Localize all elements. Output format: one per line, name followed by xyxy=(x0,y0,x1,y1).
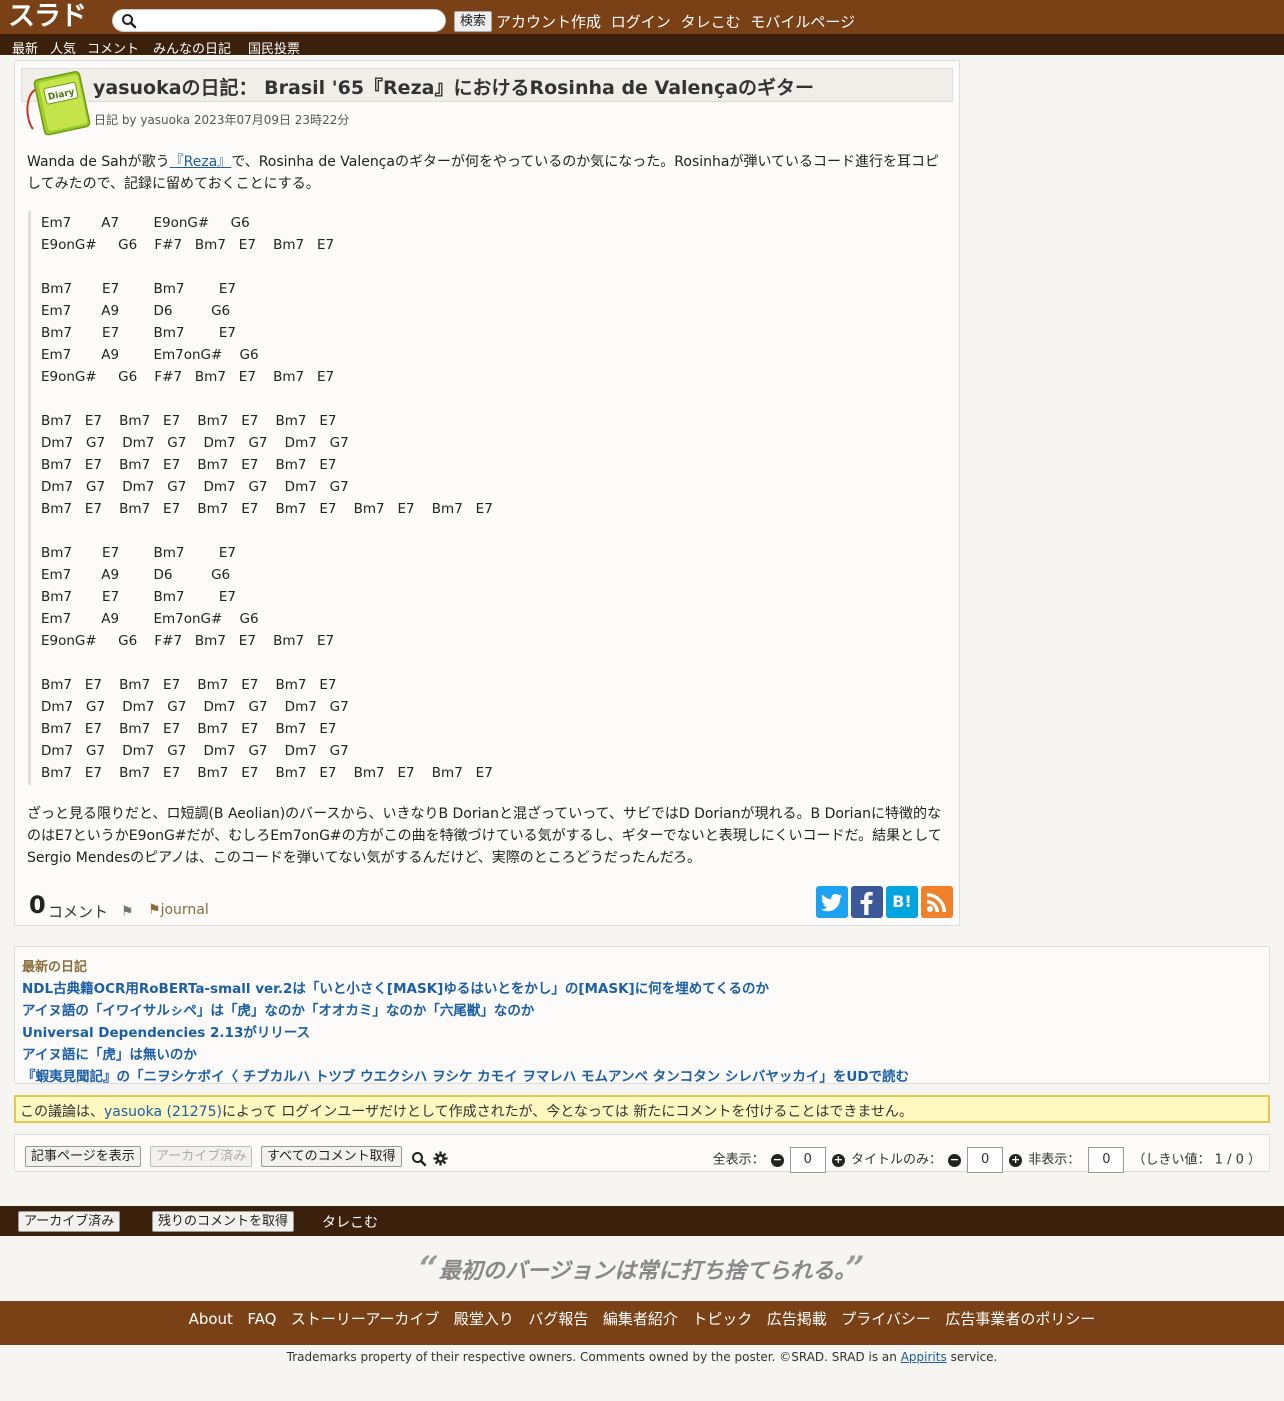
recent-diaries: 最新の日記 NDL古典籍OCR用RoBERTa-small ver.2は「いと小… xyxy=(14,946,1270,1085)
rss-feed-icon[interactable] xyxy=(921,886,953,918)
article-intro: Wanda de Sahが歌う『Reza』で、Rosinha de Valenç… xyxy=(27,151,947,195)
copyright-text: Trademarks property of their respective … xyxy=(286,1350,897,1364)
recent-diary-link[interactable]: 『蝦夷見聞記』の「ニヲシケボイ〈 チブカルハ トツブ ウエクシハ ヲシケ カモイ… xyxy=(22,1065,909,1085)
archived-notice: この議論は、yasuoka (21275)によって ログインユーザだけとして作成… xyxy=(14,1095,1270,1123)
tag-label: journal xyxy=(160,902,209,918)
get-remaining-comments-button[interactable]: 残りのコメントを取得 xyxy=(152,1211,295,1232)
diary-icon: Diary xyxy=(26,71,91,136)
open-quote-icon: “ xyxy=(419,1249,439,1289)
title-only-value[interactable]: 0 xyxy=(967,1147,1004,1173)
top-links: アカウント作成 ログイン タレこむ モバイルページ xyxy=(496,11,860,32)
search-input[interactable] xyxy=(141,11,437,30)
notice-text-cont: によって ログインユーザだけとして作成されたが、今となっては 新たにコメントを付… xyxy=(221,1104,913,1120)
recent-diary-link[interactable]: アイヌ語に「虎」は無いのか xyxy=(22,1043,197,1063)
show-all-label: 全表示： xyxy=(712,1152,765,1168)
footer-submit-link[interactable]: タレこむ xyxy=(322,1212,378,1232)
nav-latest[interactable]: 最新 xyxy=(12,38,38,57)
comment-count[interactable]: 0 xyxy=(29,891,46,919)
footer-link-bug-report[interactable]: バグ報告 xyxy=(528,1308,588,1329)
gear-icon[interactable] xyxy=(433,1151,448,1166)
quote-text: 最初のバージョンは常に打ち捨てられる。 xyxy=(438,1258,846,1284)
comment-label[interactable]: コメント xyxy=(48,901,108,922)
recent-heading: 最新の日記 xyxy=(22,960,88,975)
footer-link-about[interactable]: About xyxy=(189,1310,233,1328)
footer-link-topics[interactable]: トピック xyxy=(692,1308,752,1329)
search-box[interactable] xyxy=(112,9,446,32)
search-comments-icon[interactable] xyxy=(411,1151,427,1167)
nav-popular[interactable]: 人気 xyxy=(50,38,76,57)
threshold-label: （しきい値： 1 / 0 ） xyxy=(1132,1152,1261,1168)
nav-diaries[interactable]: みんなの日記 xyxy=(153,38,231,57)
tag-small-icon: ⚑ xyxy=(148,902,161,918)
footer-link-faq[interactable]: FAQ xyxy=(247,1310,276,1328)
footer-bar: アーカイブ済み 残りのコメントを取得 タレこむ xyxy=(0,1206,1284,1236)
footer-link-privacy[interactable]: プライバシー xyxy=(841,1308,931,1329)
plus-icon[interactable]: + xyxy=(1009,1153,1023,1167)
tag-journal[interactable]: ⚑journal xyxy=(148,902,209,918)
login-link[interactable]: ログイン xyxy=(611,13,671,31)
recent-diary-link[interactable]: アイヌ語の「イワイサルㇱペ」は「虎」なのか「オオカミ」なのか「六尾獣」なのか xyxy=(22,999,534,1019)
hidden-value[interactable]: 0 xyxy=(1088,1147,1125,1173)
recent-diary-link[interactable]: Universal Dependencies 2.13がリリース xyxy=(22,1021,310,1041)
view-article-button[interactable]: 記事ページを表示 xyxy=(25,1146,141,1167)
hatena-bookmark-icon[interactable]: B! xyxy=(886,886,918,918)
search-button[interactable]: 検索 xyxy=(454,11,493,32)
tag-icon[interactable]: ⚑ xyxy=(121,904,134,920)
footer-link-archive[interactable]: ストーリーアーカイブ xyxy=(291,1308,440,1329)
nav-bar: 最新 人気 コメント みんなの日記 国民投票 xyxy=(0,34,1284,57)
diary-article: Diary yasuokaの日記： Brasil '65『Reza』におけるRo… xyxy=(14,60,960,926)
comment-controls: 記事ページを表示 アーカイブ済み すべてのコメント取得 全表示： −0 + タイト… xyxy=(14,1134,1270,1173)
submit-story-link[interactable]: タレこむ xyxy=(681,13,741,31)
article-meta: 日記 by yasuoka 2023年07月09日 23時22分 xyxy=(94,113,350,127)
article-title: yasuokaの日記： Brasil '65『Reza』におけるRosinha … xyxy=(93,77,815,99)
copyright: Trademarks property of their respective … xyxy=(0,1350,1284,1364)
mobile-page-link[interactable]: モバイルページ xyxy=(750,13,855,31)
blockquote-bar xyxy=(28,211,31,785)
minus-icon[interactable]: − xyxy=(770,1153,784,1167)
footer-link-ad-policy[interactable]: 広告事業者のポリシー xyxy=(945,1308,1095,1329)
close-quote-icon: ” xyxy=(845,1249,865,1289)
nav-polls[interactable]: 国民投票 xyxy=(248,38,300,57)
intro-text: Wanda de Sahが歌う xyxy=(27,154,170,170)
minus-icon[interactable]: − xyxy=(948,1153,962,1167)
footer-link-hall-of-fame[interactable]: 殿堂入り xyxy=(454,1308,514,1329)
show-all-value[interactable]: 0 xyxy=(789,1147,826,1173)
share-buttons: B! xyxy=(813,886,953,918)
archived-button: アーカイブ済み xyxy=(150,1146,253,1167)
get-all-comments-button[interactable]: すべてのコメント取得 xyxy=(261,1146,402,1167)
copyright-text-end: service. xyxy=(950,1350,998,1364)
footer-archived-button: アーカイブ済み xyxy=(18,1211,121,1232)
search-icon xyxy=(122,14,137,29)
facebook-share-icon[interactable] xyxy=(851,886,883,918)
twitter-share-icon[interactable] xyxy=(816,886,848,918)
footer-links: About FAQ ストーリーアーカイブ 殿堂入り バグ報告 編集者紹介 トピッ… xyxy=(0,1301,1284,1345)
notice-text: この議論は、 xyxy=(20,1104,104,1120)
threshold-controls: 全表示： −0 + タイトルのみ： −0 + 非表示： 0 （しきい値： 1 / 0… xyxy=(713,1147,1261,1173)
footer-link-advertising[interactable]: 広告掲載 xyxy=(767,1308,827,1329)
create-account-link[interactable]: アカウント作成 xyxy=(496,13,601,31)
author-link[interactable]: yasuoka (21275) xyxy=(104,1104,222,1120)
top-bar: スラド 検索 アカウント作成 ログイン タレこむ モバイルページ xyxy=(0,0,1284,34)
site-logo[interactable]: スラド xyxy=(8,2,87,32)
plus-icon[interactable]: + xyxy=(831,1153,845,1167)
recent-diary-link[interactable]: NDL古典籍OCR用RoBERTa-small ver.2は「いと小さく[MAS… xyxy=(22,977,769,997)
footer-link-editors[interactable]: 編集者紹介 xyxy=(603,1308,678,1329)
chord-progression: Em7 A7 E9onG# G6 E9onG# G6 F#7 Bm7 E7 Bm… xyxy=(41,215,493,781)
article-conclusion: ざっと見る限りだと、ロ短調(B Aeolian)のバースから、いきなりB Dor… xyxy=(27,806,942,866)
footer-quote: “最初のバージョンは常に打ち捨てられる。” xyxy=(0,1249,1284,1289)
reza-link[interactable]: 『Reza』 xyxy=(170,154,232,170)
hidden-label: 非表示： xyxy=(1028,1152,1081,1168)
nav-comments[interactable]: コメント xyxy=(87,38,139,57)
appirits-link[interactable]: Appirits xyxy=(901,1350,947,1364)
title-only-label: タイトルのみ： xyxy=(850,1152,942,1168)
